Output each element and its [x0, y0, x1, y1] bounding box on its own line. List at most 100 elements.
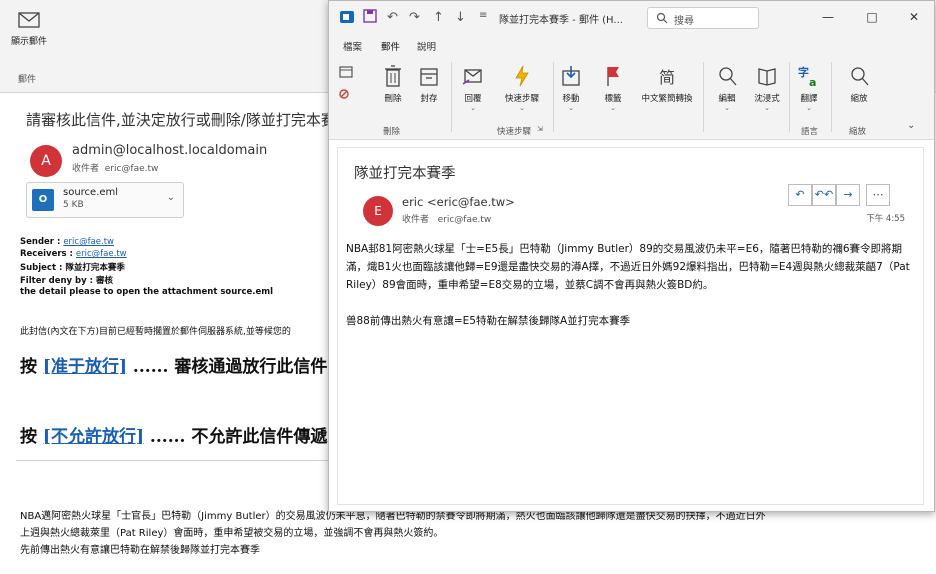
body-paragraph: 兽88前傳出熱火有意讓=E5特勒在解禁後歸隊A並打完本賽季	[346, 315, 631, 327]
chinese-convert-button[interactable]: 简 中文繁簡轉換	[637, 64, 697, 104]
svg-text:简: 简	[659, 68, 675, 87]
ribbon-group-label: 郵件	[18, 75, 37, 85]
deny-line: 按 [不允許放行] ...... 不允許此信件傳遞	[20, 427, 328, 447]
close-button[interactable]: ✕	[899, 7, 929, 27]
deny-link[interactable]: [不允許放行]	[43, 427, 144, 447]
recipient-line: 收件者 eric@fae.tw	[402, 212, 491, 225]
lightning-icon	[515, 65, 529, 87]
sender-name[interactable]: eric <eric@fae.tw>	[402, 195, 515, 209]
title-bar: ↶ ↷ ↑ ↓ ≡ 隊並打完本賽季 - 郵件 (H... 搜尋 — □ ✕	[329, 1, 934, 34]
received-time: 下午 4:55	[866, 214, 905, 224]
avatar: A	[30, 145, 62, 177]
chevron-down-icon[interactable]: ⌄	[167, 192, 175, 203]
more-options-icon[interactable]: ⋯	[866, 184, 890, 206]
reply-icon	[462, 69, 482, 85]
tab-mail[interactable]: 郵件	[381, 39, 401, 58]
find-icon	[719, 67, 737, 86]
receivers-detail: Receivers : eric@fae.tw	[20, 249, 127, 259]
sender-link[interactable]: eric@fae.tw	[63, 237, 114, 247]
move-button[interactable]: 移動 ⌄	[551, 64, 591, 112]
sender-address[interactable]: admin@localhost.localdomain	[72, 143, 267, 158]
forward-icon[interactable]: →	[836, 184, 860, 206]
translate-button[interactable]: 字a 翻譯 ⌄	[789, 64, 829, 112]
sender-detail: Sender : eric@fae.tw	[20, 237, 114, 247]
search-input[interactable]: 搜尋	[647, 7, 759, 29]
attachment-card[interactable]: O source.eml 5 KB ⌄	[26, 182, 184, 218]
archive-icon	[420, 68, 438, 86]
background-body: NBA邁阿密熱火球星「士官長」巴特勒（Jimmy Butler）的交易風波仍未平…	[20, 508, 936, 559]
ribbon-group-quick-steps: 快速步驟	[497, 127, 532, 137]
ribbon: 刪除 封存 回覆 ⌄ 快速步驟 ⌄ 移動 ⌄ 標籤 ⌄ 简 中文繁簡轉換 編輯 …	[329, 56, 934, 140]
reading-pane: 隊並打完本賽季 E eric <eric@fae.tw> 收件者 eric@fa…	[337, 147, 924, 505]
recipient-line: 收件者 eric@fae.tw	[72, 161, 158, 174]
save-icon[interactable]	[363, 9, 377, 27]
redo-icon[interactable]: ↷	[409, 10, 420, 25]
subject-detail: Subject : 隊並打完本賽季	[20, 263, 125, 273]
to-address[interactable]: eric@fae.tw	[105, 164, 159, 174]
approve-line: 按 [准于放行] ...... 審核通過放行此信件	[20, 357, 328, 377]
ribbon-separator	[831, 62, 832, 132]
ribbon-group-delete: 刪除	[383, 127, 401, 137]
translate-icon: 字a	[798, 65, 816, 88]
dialog-launcher-icon[interactable]: ⇲	[537, 125, 543, 133]
ribbon-separator	[703, 62, 704, 132]
customize-icon[interactable]: ≡	[479, 10, 487, 21]
outlook-file-icon: O	[32, 189, 54, 211]
flag-icon	[607, 67, 619, 86]
simplified-traditional-icon: 简	[659, 68, 675, 87]
window-title: 隊並打完本賽季 - 郵件 (H...	[499, 15, 623, 26]
body-line: 上週與熱火總裁萊里（Pat Riley）會面時，重申希望被交易的立場，並強調不會…	[20, 528, 444, 539]
show-mail-button[interactable]: 顯示郵件	[4, 10, 54, 60]
reply-all-icon[interactable]: ↶↶	[812, 184, 836, 206]
immersive-reader-icon	[758, 68, 776, 86]
avatar: E	[363, 196, 393, 226]
outlook-app-icon	[339, 9, 355, 29]
envelope-icon	[18, 12, 40, 28]
trash-icon	[385, 65, 401, 87]
attachment-detail: the detail please to open the attachment…	[20, 287, 274, 297]
arrow-up-icon[interactable]: ↑	[433, 10, 444, 25]
edit-button[interactable]: 編輯 ⌄	[707, 64, 747, 112]
message-body: NBA邽81阿密熱火球星「士=E5長」巴特勒（Jimmy Butler）89的交…	[346, 240, 914, 348]
collapse-ribbon-icon[interactable]: ⌄	[907, 120, 915, 131]
attachment-size: 5 KB	[63, 200, 84, 210]
show-mail-label: 顯示郵件	[10, 37, 47, 47]
undo-icon[interactable]: ↶	[387, 10, 398, 25]
zoom-icon	[851, 67, 869, 86]
ignore-icon[interactable]	[331, 64, 361, 106]
archive-button[interactable]: 封存	[409, 64, 449, 104]
ribbon-tabs: 檔案 郵件 說明	[329, 34, 934, 58]
maximize-button[interactable]: □	[857, 7, 887, 27]
filter-detail: Filter deny by : 審核	[20, 276, 113, 286]
divider	[16, 460, 332, 461]
approve-link[interactable]: [准于放行]	[43, 357, 127, 377]
search-icon	[656, 12, 668, 24]
reply-button[interactable]: 回覆 ⌄	[453, 64, 493, 112]
receivers-link[interactable]: eric@fae.tw	[76, 249, 127, 259]
immersive-reader-button[interactable]: 沈浸式 ⌄	[747, 64, 787, 112]
arrow-down-icon[interactable]: ↓	[455, 10, 466, 25]
reply-icon[interactable]: ↶	[788, 184, 812, 206]
ribbon-group-zoom: 縮放	[849, 127, 867, 137]
to-address[interactable]: eric@fae.tw	[438, 215, 492, 225]
ribbon-group-language: 語言	[801, 127, 819, 137]
zoom-button[interactable]: 縮放	[839, 64, 879, 104]
body-line: 先前傳出熱火有意讓巴特勒在解禁後歸隊並打完本賽季	[20, 545, 260, 556]
quick-steps-button[interactable]: 快速步驟 ⌄	[497, 64, 547, 112]
to-label: 收件者	[72, 164, 100, 174]
move-icon	[562, 66, 580, 86]
ribbon-separator	[451, 62, 452, 132]
message-window: ↶ ↷ ↑ ↓ ≡ 隊並打完本賽季 - 郵件 (H... 搜尋 — □ ✕ 檔案…	[328, 0, 935, 512]
to-label: 收件者	[402, 215, 430, 225]
minimize-button[interactable]: —	[813, 7, 843, 27]
attachment-name: source.eml	[63, 187, 119, 198]
message-subject: 隊並打完本賽季	[354, 166, 456, 182]
tab-help[interactable]: 說明	[417, 39, 436, 53]
tab-file[interactable]: 檔案	[343, 39, 362, 53]
held-notice: 此封信(內文在下方)目前已經暫時擱置於郵件伺服器系統,並等候您的	[20, 327, 291, 337]
tags-button[interactable]: 標籤 ⌄	[593, 64, 633, 112]
search-placeholder: 搜尋	[674, 16, 694, 27]
svg-text:字: 字	[798, 65, 809, 79]
delete-button[interactable]: 刪除	[373, 64, 413, 104]
svg-text:a: a	[809, 76, 816, 88]
